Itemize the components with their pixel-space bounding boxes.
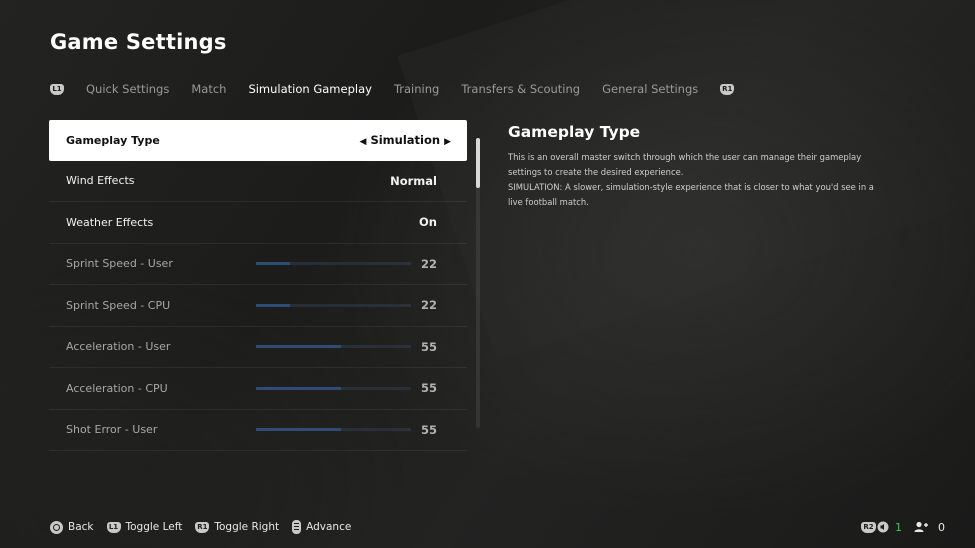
voice-count: 1 xyxy=(895,520,902,534)
description-panel: Gameplay Type This is an overall master … xyxy=(508,123,908,210)
arrow-left-icon[interactable]: ◀ xyxy=(360,137,367,147)
description-line: SIMULATION: A slower, simulation-style e… xyxy=(508,182,874,192)
description-text: This is an overall master switch through… xyxy=(508,150,908,210)
slider-fill xyxy=(256,428,342,432)
party-count: 0 xyxy=(938,520,945,534)
right-stick-icon xyxy=(292,520,302,534)
tab-training[interactable]: Training xyxy=(394,82,439,96)
circle-button-icon xyxy=(50,520,63,534)
r2-button-icon: R2 xyxy=(861,521,876,533)
back-prompt[interactable]: Back xyxy=(50,520,94,534)
value-slider[interactable] xyxy=(256,303,411,307)
tab-bar: L1 Quick Settings Match Simulation Gamep… xyxy=(50,80,735,98)
description-line: live football match. xyxy=(508,197,589,207)
setting-row-shot-error-user[interactable]: Shot Error - User 55 xyxy=(49,410,467,451)
speaker-icon xyxy=(877,521,889,533)
settings-list: Gameplay Type ◀ Simulation ▶ Wind Effect… xyxy=(49,120,467,451)
value-slider[interactable] xyxy=(256,428,411,432)
advance-label: Advance xyxy=(306,521,352,533)
setting-label: Sprint Speed - User xyxy=(66,257,173,271)
l1-button-icon: L1 xyxy=(106,521,121,533)
advance-prompt[interactable]: Advance xyxy=(292,520,351,534)
setting-value-selector[interactable]: ◀ Simulation ▶ xyxy=(360,133,452,147)
toggle-left-label: Toggle Left xyxy=(125,521,183,533)
value-slider[interactable] xyxy=(256,386,411,390)
setting-row-sprint-speed-cpu[interactable]: Sprint Speed - CPU 22 xyxy=(49,285,467,327)
setting-row-gameplay-type[interactable]: Gameplay Type ◀ Simulation ▶ xyxy=(49,120,467,161)
setting-label: Gameplay Type xyxy=(66,133,160,147)
setting-value: 55 xyxy=(420,422,437,437)
toggle-right-prompt[interactable]: R1 Toggle Right xyxy=(195,521,279,533)
setting-value: 55 xyxy=(420,339,437,354)
list-scrollbar[interactable] xyxy=(476,138,480,428)
setting-label: Acceleration - User xyxy=(66,340,171,354)
value-slider[interactable] xyxy=(256,262,411,266)
tab-quick-settings[interactable]: Quick Settings xyxy=(86,82,169,96)
r1-button-icon[interactable]: R1 xyxy=(720,83,735,95)
slider-fill xyxy=(256,386,342,390)
slider-fill xyxy=(256,303,291,307)
page-title: Game Settings xyxy=(50,30,227,54)
setting-value: On xyxy=(419,215,437,230)
l1-button-icon[interactable]: L1 xyxy=(50,83,64,95)
value-slider[interactable] xyxy=(256,345,411,349)
description-title: Gameplay Type xyxy=(508,123,641,141)
setting-label: Wind Effects xyxy=(66,174,135,188)
setting-label: Weather Effects xyxy=(66,215,154,229)
status-bar: R2 1 0 xyxy=(861,518,945,536)
arrow-right-icon[interactable]: ▶ xyxy=(444,137,451,147)
slider-fill xyxy=(256,345,342,349)
description-line: settings to create the desired experienc… xyxy=(508,167,684,177)
party-icon xyxy=(914,521,928,532)
setting-value: Simulation xyxy=(370,133,441,148)
button-prompts: Back L1 Toggle Left R1 Toggle Right Adva… xyxy=(50,519,364,535)
setting-row-weather-effects[interactable]: Weather Effects On xyxy=(49,202,467,244)
setting-label: Acceleration - CPU xyxy=(66,381,168,395)
setting-row-acceleration-user[interactable]: Acceleration - User 55 xyxy=(49,327,467,368)
setting-label: Sprint Speed - CPU xyxy=(66,298,171,312)
setting-label: Shot Error - User xyxy=(66,423,158,437)
setting-row-acceleration-cpu[interactable]: Acceleration - CPU 55 xyxy=(49,368,467,410)
back-label: Back xyxy=(68,521,94,533)
setting-row-wind-effects[interactable]: Wind Effects Normal xyxy=(49,161,467,202)
r1-button-icon: R1 xyxy=(195,521,210,533)
toggle-right-label: Toggle Right xyxy=(214,521,280,533)
setting-value: 22 xyxy=(420,298,437,313)
setting-value: 22 xyxy=(420,256,437,271)
toggle-left-prompt[interactable]: L1 Toggle Left xyxy=(106,521,183,533)
description-line: This is an overall master switch through… xyxy=(508,152,862,162)
tab-transfers-scouting[interactable]: Transfers & Scouting xyxy=(461,82,580,96)
setting-value: 55 xyxy=(420,381,437,396)
setting-row-sprint-speed-user[interactable]: Sprint Speed - User 22 xyxy=(49,244,467,285)
setting-value: Normal xyxy=(390,173,437,188)
tab-match[interactable]: Match xyxy=(191,82,226,96)
slider-fill xyxy=(256,262,291,266)
scrollbar-thumb[interactable] xyxy=(476,138,480,188)
tab-general-settings[interactable]: General Settings xyxy=(602,82,698,96)
tab-simulation-gameplay[interactable]: Simulation Gameplay xyxy=(248,82,372,96)
